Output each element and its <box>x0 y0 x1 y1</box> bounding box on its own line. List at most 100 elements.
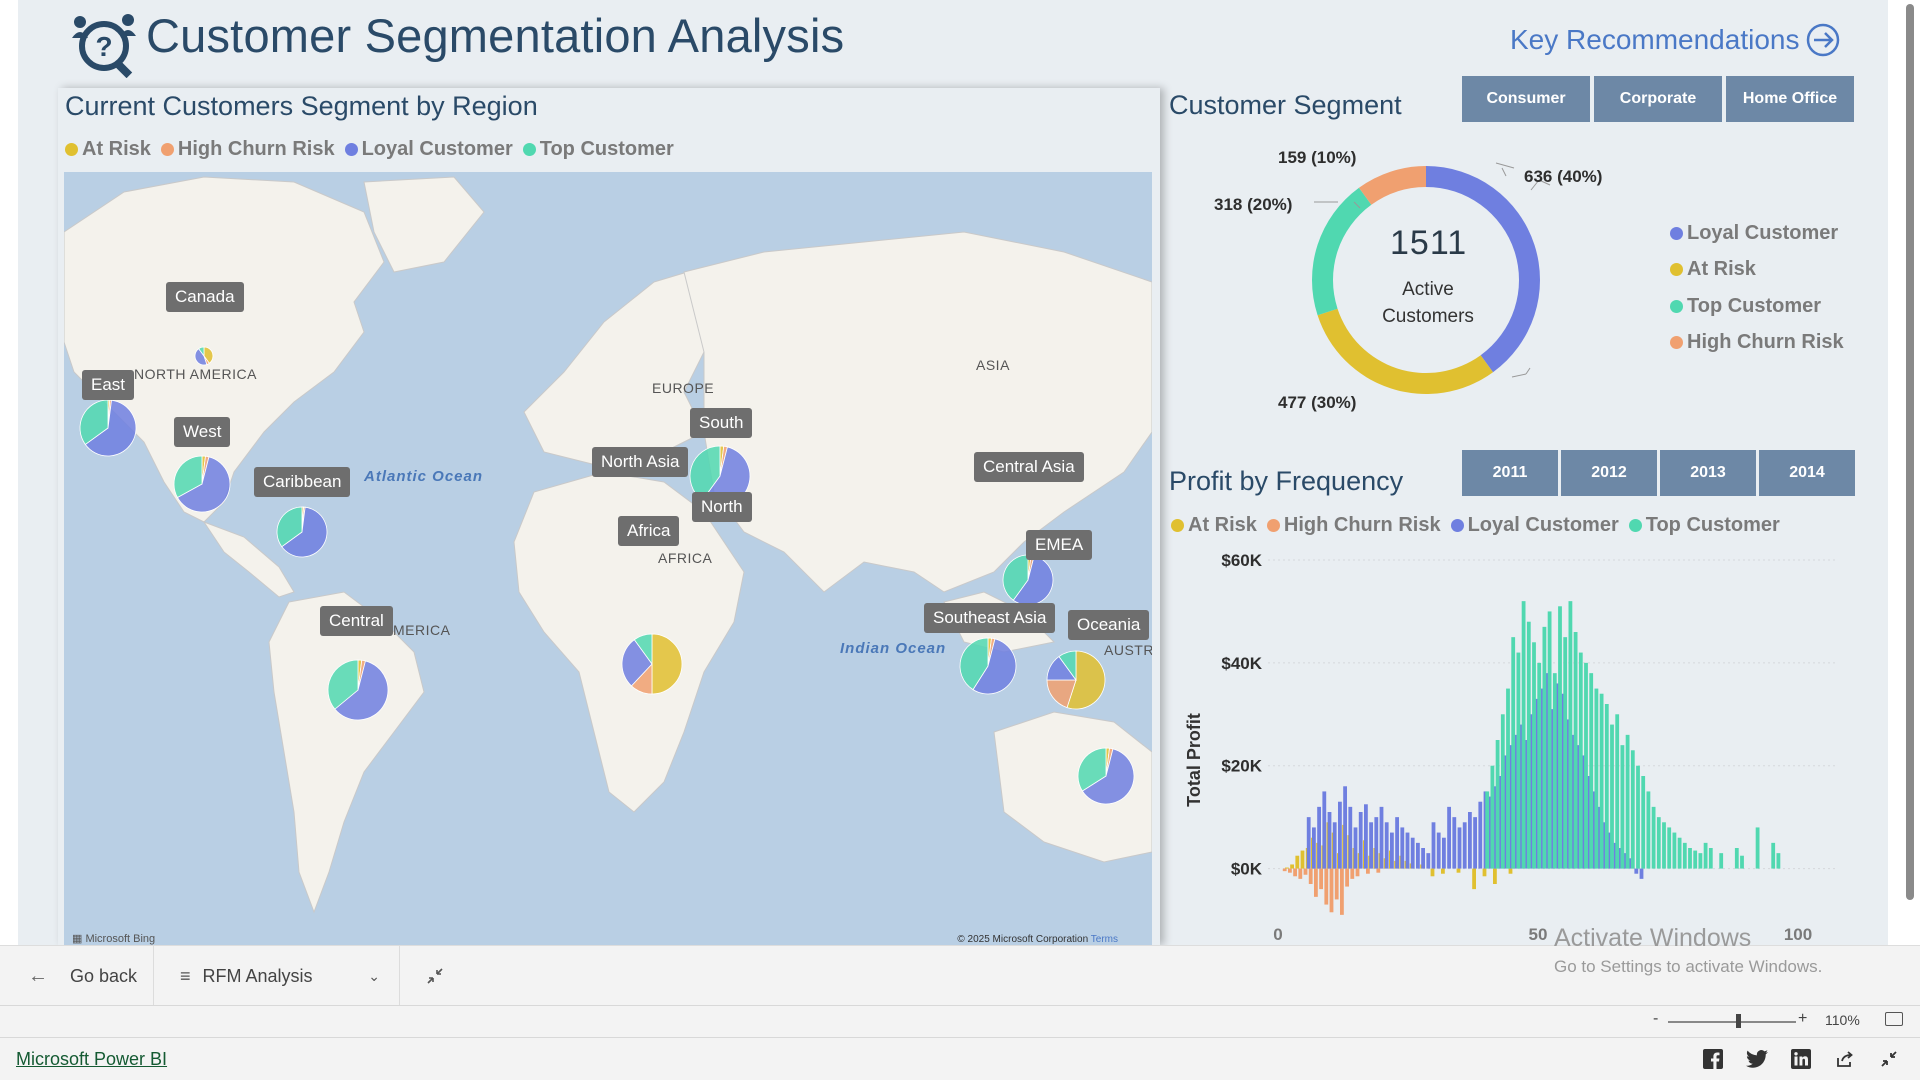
profit-bar[interactable] <box>1348 806 1353 869</box>
profit-bar[interactable] <box>1516 652 1521 869</box>
profit-bar[interactable] <box>1436 832 1441 869</box>
profit-bar[interactable] <box>1462 822 1467 869</box>
scrollbar-thumb[interactable] <box>1906 4 1914 900</box>
zoom-out-button[interactable]: - <box>1653 1010 1658 1028</box>
profit-bar[interactable] <box>1552 673 1557 869</box>
profit-bar[interactable] <box>1703 842 1708 869</box>
profit-bar[interactable] <box>1317 806 1321 869</box>
profit-bar[interactable] <box>1319 868 1323 890</box>
profit-bar[interactable] <box>1547 611 1552 869</box>
profit-bar[interactable] <box>1395 817 1399 869</box>
profit-bar[interactable] <box>1542 626 1547 869</box>
legend-item-loyal-customer[interactable]: Loyal Customer <box>1670 215 1844 252</box>
profit-bar[interactable] <box>1634 868 1639 874</box>
profit-bar[interactable] <box>1300 850 1305 869</box>
profit-bar[interactable] <box>1473 817 1477 869</box>
world-map[interactable]: NORTH AMERICA EUROPE ASIA AFRICA SOUTH A… <box>64 172 1152 945</box>
profit-bar[interactable] <box>1482 868 1487 877</box>
region-label-east[interactable]: East <box>82 370 135 400</box>
profit-bar[interactable] <box>1719 853 1724 869</box>
profit-bar[interactable] <box>1490 765 1495 869</box>
profit-bar[interactable] <box>1364 804 1368 869</box>
profit-bar[interactable] <box>1282 868 1287 872</box>
region-label-north-asia[interactable]: North Asia <box>592 447 689 477</box>
profit-bar[interactable] <box>1641 776 1646 869</box>
profit-bar[interactable] <box>1578 652 1583 869</box>
profit-bar[interactable] <box>1776 853 1781 869</box>
profit-bar[interactable] <box>1452 817 1457 869</box>
profit-bar[interactable] <box>1358 812 1363 869</box>
legend-item-loyal-customer[interactable]: Loyal Customer <box>344 138 513 161</box>
profit-bar[interactable] <box>1688 848 1692 869</box>
profit-bar[interactable] <box>1493 868 1497 884</box>
profit-bar[interactable] <box>1693 850 1698 869</box>
profit-bar[interactable] <box>1366 868 1370 874</box>
profit-bar[interactable] <box>1306 817 1311 869</box>
profit-bar[interactable] <box>1734 848 1739 869</box>
collapse-button[interactable] <box>426 946 444 1006</box>
profit-bar[interactable] <box>1400 827 1405 869</box>
legend-item-at-risk[interactable]: At Risk <box>1171 514 1257 537</box>
linkedin-icon[interactable] <box>1790 1048 1812 1070</box>
region-label-caribbean[interactable]: Caribbean <box>254 467 351 497</box>
profit-bar[interactable] <box>1573 632 1578 869</box>
collapse-icon[interactable] <box>1878 1048 1900 1070</box>
region-label-canada[interactable]: Canada <box>166 282 244 312</box>
profit-bar[interactable] <box>1568 601 1573 869</box>
profit-by-frequency-chart[interactable]: $60K$40K$20K$0K0 50 100Total Profit <box>1178 540 1858 945</box>
region-label-central[interactable]: Central <box>320 606 393 636</box>
profit-bar[interactable] <box>1431 822 1436 869</box>
profit-bar[interactable] <box>1478 801 1483 869</box>
profit-bar[interactable] <box>1379 806 1384 869</box>
legend-item-at-risk[interactable]: At Risk <box>1670 252 1844 289</box>
consumer-button[interactable]: Consumer <box>1462 76 1590 122</box>
region-label-emea[interactable]: EMEA <box>1026 530 1093 560</box>
profit-bar[interactable] <box>1447 806 1451 869</box>
profit-bar[interactable] <box>1322 791 1327 869</box>
region-label-oceania[interactable]: Oceania <box>1068 610 1150 640</box>
legend-item-loyal-customer[interactable]: Loyal Customer <box>1450 514 1619 537</box>
fit-to-page-icon[interactable] <box>1885 1012 1903 1026</box>
profit-bar[interactable] <box>1293 868 1297 877</box>
profit-bar[interactable] <box>1308 868 1313 884</box>
region-label-africa[interactable]: Africa <box>618 516 680 546</box>
pie-slice[interactable] <box>651 633 683 695</box>
profit-bar[interactable] <box>1285 867 1289 869</box>
power-bi-link[interactable]: Microsoft Power BI <box>16 1049 167 1070</box>
profit-bar[interactable] <box>1472 868 1476 890</box>
profit-bar[interactable] <box>1303 868 1308 875</box>
zoom-slider-thumb[interactable] <box>1736 1014 1742 1028</box>
profit-bar[interactable] <box>1345 868 1349 887</box>
legend-item-high-churn-risk[interactable]: High Churn Risk <box>1670 325 1844 362</box>
profit-bar[interactable] <box>1584 662 1588 869</box>
go-back-button[interactable]: ← Go back <box>28 946 137 1006</box>
profit-bar[interactable] <box>1500 714 1505 869</box>
facebook-icon[interactable] <box>1702 1048 1724 1070</box>
profit-bar[interactable] <box>1651 806 1656 869</box>
profit-bar[interactable] <box>1646 791 1651 869</box>
profit-bar[interactable] <box>1682 842 1687 869</box>
profit-bar[interactable] <box>1511 637 1516 869</box>
legend-item-top-customer[interactable]: Top Customer <box>1670 288 1844 325</box>
profit-bar[interactable] <box>1384 822 1389 869</box>
profit-bar[interactable] <box>1442 837 1446 869</box>
profit-bar[interactable] <box>1369 822 1373 869</box>
region-label-central-asia[interactable]: Central Asia <box>974 452 1084 482</box>
profit-bar[interactable] <box>1639 868 1644 879</box>
page-selector[interactable]: ≡ RFM Analysis ⌄ <box>180 946 380 1006</box>
profit-bar[interactable] <box>1667 827 1672 869</box>
profit-bar[interactable] <box>1468 812 1472 869</box>
profit-bar[interactable] <box>1288 868 1292 873</box>
vertical-scrollbar[interactable] <box>1904 0 1916 900</box>
profit-bar[interactable] <box>1610 724 1614 869</box>
year-2014-button[interactable]: 2014 <box>1759 450 1855 496</box>
profit-bar[interactable] <box>1755 827 1760 869</box>
profit-bar[interactable] <box>1495 740 1500 869</box>
profit-bar[interactable] <box>1594 688 1599 869</box>
legend-item-top-customer[interactable]: Top Customer <box>1628 514 1780 537</box>
region-label-south[interactable]: South <box>690 408 753 438</box>
profit-bar[interactable] <box>1355 868 1360 877</box>
legend-item-top-customer[interactable]: Top Customer <box>522 138 674 161</box>
profit-bar[interactable] <box>1312 827 1316 869</box>
profit-bar[interactable] <box>1416 842 1420 869</box>
